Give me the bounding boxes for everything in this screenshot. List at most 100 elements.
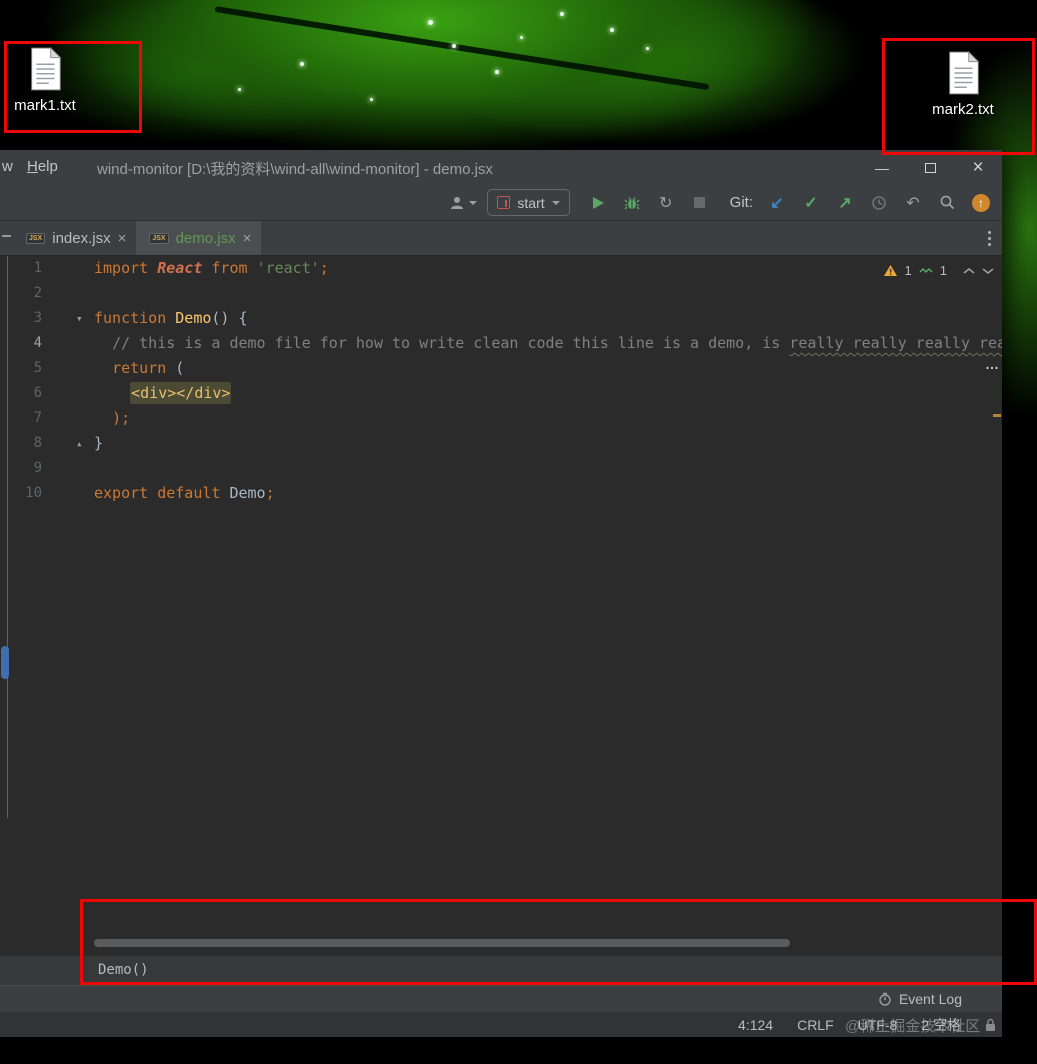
play-icon — [592, 196, 604, 209]
fold-column — [42, 256, 94, 281]
event-log-bar: Event Log — [0, 985, 1002, 1012]
code-lines: 1 import React from 'react'; 2 3 ▾ function D… — [0, 256, 1002, 506]
warning-icon — [883, 265, 897, 276]
text-file-icon — [949, 50, 980, 95]
code-line[interactable]: 3 ▾ function Demo() { — [0, 306, 1002, 331]
stop-icon — [694, 197, 706, 208]
code-text: } — [94, 434, 104, 452]
run-configuration-select[interactable]: start — [487, 189, 570, 216]
fold-column — [42, 456, 94, 481]
droplet — [238, 88, 241, 91]
search-everywhere-button[interactable] — [935, 190, 959, 216]
left-scrollbar-thumb[interactable] — [1, 646, 9, 679]
debug-button[interactable] — [620, 190, 644, 216]
maximize-button[interactable] — [906, 150, 954, 185]
ide-window: w Help wind-monitor [D:\我的资料\wind-all\wi… — [0, 150, 1002, 1037]
history-button[interactable] — [867, 190, 891, 216]
text-file-icon — [31, 46, 62, 91]
next-problem-chevron-icon[interactable] — [982, 267, 994, 275]
git-commit-button[interactable]: ✓ — [799, 190, 823, 216]
search-icon — [940, 195, 954, 210]
tab-index-jsx[interactable]: JSX index.jsx × — [13, 221, 136, 255]
code-line[interactable]: 10 export default Demo; — [0, 481, 1002, 506]
fold-icon[interactable]: ▾ — [76, 306, 83, 331]
droplet — [300, 62, 304, 66]
maximize-icon — [924, 162, 936, 173]
user-account-button[interactable] — [449, 190, 478, 216]
git-update-button[interactable]: ↙ — [765, 190, 789, 216]
event-log-button[interactable]: Event Log — [899, 991, 962, 1007]
code-line[interactable]: 8 ▴} — [0, 431, 1002, 456]
code-text: return ( — [112, 359, 185, 377]
update-arrow-icon: ↑ — [972, 193, 990, 212]
code-line[interactable]: 5 return ( — [0, 356, 1002, 381]
fold-column — [42, 356, 94, 381]
code-editor[interactable]: 1 import React from 'react'; 2 3 ▾ function D… — [0, 256, 1002, 955]
window-controls: — × — [858, 150, 1002, 185]
tool-stripe-icon[interactable] — [2, 235, 11, 237]
droplet — [370, 98, 373, 101]
desktop-icon-label: mark1.txt — [14, 97, 76, 114]
code-line[interactable]: 4 // this is a demo file for how to writ… — [0, 331, 1002, 356]
code-line[interactable]: 1 import React from 'react'; — [0, 256, 1002, 281]
breadcrumb[interactable]: Demo() — [98, 962, 149, 978]
code-text: ); — [112, 409, 131, 427]
fold-column — [42, 406, 94, 431]
tool-window-splitter[interactable] — [7, 256, 8, 818]
code-text: // this is a demo file for how to write … — [112, 334, 1002, 352]
fold-column — [42, 331, 94, 356]
stop-button[interactable] — [688, 190, 712, 216]
editor-tab-bar: JSX index.jsx × JSX demo.jsx × — [0, 221, 1002, 256]
tab-options-kebab-icon[interactable] — [988, 231, 992, 247]
screen: mark1.txt mark2.txt w Help wind-monitor … — [0, 0, 1037, 1064]
menu-item-help[interactable]: Help — [27, 158, 58, 175]
inspections-widget[interactable]: 1 1 — [883, 263, 994, 278]
droplet — [428, 20, 433, 25]
caret-position-widget[interactable]: 4:124 — [738, 1017, 773, 1033]
jsx-file-icon: JSX — [149, 232, 169, 244]
main-toolbar: start ↻ Git: ↙ ✓ ↗ ↶ ↑ — [0, 185, 1002, 221]
prev-problem-chevron-icon[interactable] — [963, 267, 975, 275]
chevron-down-icon — [469, 200, 478, 205]
code-line[interactable]: 7 ); — [0, 406, 1002, 431]
desktop-icon-mark2[interactable]: mark2.txt — [918, 50, 1008, 118]
git-push-button[interactable]: ↗ — [833, 190, 857, 216]
tab-label: index.jsx — [52, 229, 111, 247]
fold-column — [42, 281, 94, 306]
code-text: function Demo() { — [94, 309, 248, 327]
horizontal-scrollbar[interactable] — [94, 939, 790, 947]
leaf-stem — [214, 6, 710, 91]
change-stripe-mark[interactable] — [993, 414, 1001, 417]
fold-column — [42, 481, 94, 506]
desktop-icon-mark1[interactable]: mark1.txt — [0, 46, 90, 114]
undo-button[interactable]: ↶ — [901, 190, 925, 216]
watermark: @稀土掘金技术社区 — [845, 1018, 981, 1035]
title-bar[interactable]: w Help wind-monitor [D:\我的资料\wind-all\wi… — [0, 150, 1002, 185]
breadcrumb-bar: Demo() — [0, 955, 1002, 985]
fold-icon[interactable]: ▴ — [76, 431, 83, 456]
warning-count: 1 — [904, 263, 912, 278]
ide-update-button[interactable]: ↑ — [969, 190, 993, 216]
user-icon — [451, 196, 464, 209]
run-button[interactable] — [586, 190, 610, 216]
close-button[interactable]: × — [954, 150, 1002, 185]
run-config-label: start — [517, 194, 545, 211]
code-line[interactable]: 9 — [0, 456, 1002, 481]
lock-icon[interactable] — [985, 1018, 996, 1032]
window-title: wind-monitor [D:\我的资料\wind-all\wind-moni… — [97, 161, 493, 178]
line-ending-widget[interactable]: CRLF — [797, 1017, 834, 1033]
tab-demo-jsx[interactable]: JSX demo.jsx × — [136, 221, 262, 255]
code-line[interactable]: 6 <div></div> — [0, 381, 1002, 406]
git-label: Git: — [729, 194, 753, 211]
code-line[interactable]: 2 — [0, 281, 1002, 306]
menu-item-window-partial[interactable]: w — [2, 158, 13, 175]
close-tab-icon[interactable]: × — [118, 230, 127, 247]
close-tab-icon[interactable]: × — [243, 230, 252, 247]
coverage-button[interactable]: ↻ — [654, 190, 678, 216]
chevron-down-icon — [551, 200, 560, 205]
fold-column: ▾ — [42, 306, 94, 331]
droplet — [452, 44, 456, 48]
line-overflow-indicator: … — [985, 356, 999, 372]
desktop-icon-label: mark2.txt — [932, 101, 994, 118]
minimize-button[interactable]: — — [858, 150, 906, 185]
